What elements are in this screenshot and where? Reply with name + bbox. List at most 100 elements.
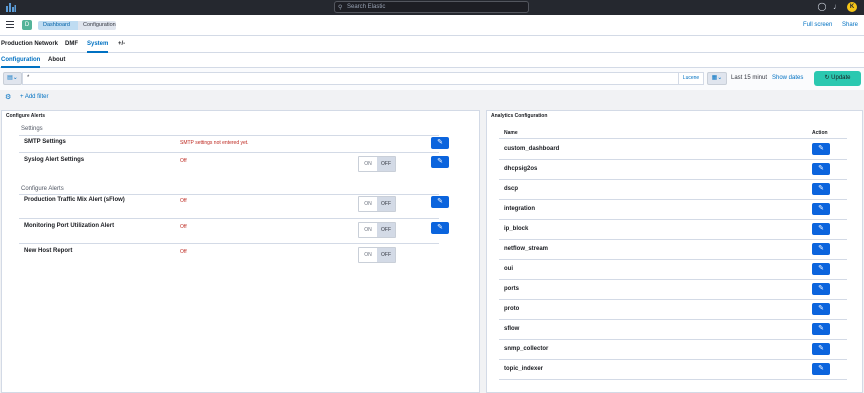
analytics-configuration-panel: Analytics Configuration Name Action cust…: [486, 110, 863, 393]
analytics-row-name: oui: [504, 266, 513, 272]
pencil-icon: ✎: [437, 158, 443, 165]
smtp-settings-label: SMTP Settings: [24, 139, 66, 145]
notifications-icon[interactable]: ♩: [832, 2, 842, 12]
tab-add-remove[interactable]: +/-: [118, 41, 125, 47]
divider: [19, 135, 439, 136]
divider: [499, 299, 847, 300]
production-traffic-edit-button[interactable]: ✎: [431, 196, 449, 208]
global-search-input[interactable]: ⚲ Search Elastic: [334, 1, 529, 13]
toggle-off[interactable]: OFF: [377, 157, 395, 171]
new-host-report-status: Off: [180, 249, 187, 255]
divider: [499, 339, 847, 340]
update-label: Update: [831, 75, 851, 81]
analytics-edit-button[interactable]: ✎: [812, 363, 830, 375]
toggle-on[interactable]: ON: [359, 157, 377, 171]
divider: [19, 243, 439, 244]
query-bar: ▤⌄ * Lucene ▦⌄ Last 15 minut Show dates …: [0, 68, 864, 90]
production-traffic-toggle[interactable]: ON OFF: [358, 196, 396, 212]
query-input[interactable]: *: [22, 72, 678, 85]
analytics-edit-button[interactable]: ✎: [812, 303, 830, 315]
date-range-text[interactable]: Last 15 minut: [731, 75, 767, 81]
tab-dmf[interactable]: DMF: [65, 41, 78, 47]
tab-production-network[interactable]: Production Network: [1, 41, 58, 47]
elastic-logo-icon[interactable]: [6, 3, 16, 12]
user-avatar[interactable]: K: [847, 2, 857, 12]
configure-alerts-panel: Configure Alerts Settings SMTP Settings …: [1, 110, 480, 393]
saved-query-menu-icon[interactable]: ▤⌄: [3, 72, 22, 85]
new-host-report-toggle[interactable]: ON OFF: [358, 247, 396, 263]
pencil-icon: ✎: [437, 198, 443, 205]
analytics-edit-button[interactable]: ✎: [812, 243, 830, 255]
analytics-row-name: ports: [504, 286, 519, 292]
breadcrumb-bar: D Dashboard Configuration Full screen Sh…: [0, 15, 864, 36]
toggle-on[interactable]: ON: [359, 248, 377, 262]
divider: [499, 259, 847, 260]
menu-icon[interactable]: [6, 21, 14, 29]
calendar-icon[interactable]: ▦⌄: [707, 72, 727, 85]
analytics-edit-button[interactable]: ✎: [812, 163, 830, 175]
divider: [499, 319, 847, 320]
full-screen-link[interactable]: Full screen: [803, 22, 832, 28]
breadcrumb-configuration: Configuration: [78, 21, 116, 30]
top-header: ⚲ Search Elastic ◯ ♩ K: [0, 0, 864, 15]
analytics-edit-button[interactable]: ✎: [812, 263, 830, 275]
add-filter-link[interactable]: + Add filter: [20, 94, 49, 100]
space-badge-icon[interactable]: D: [22, 20, 32, 30]
analytics-row-name: ip_block: [504, 226, 529, 232]
tab-about[interactable]: About: [48, 57, 65, 63]
tab-configuration[interactable]: Configuration: [1, 57, 41, 68]
analytics-row-name: snmp_collector: [504, 346, 549, 352]
analytics-edit-button[interactable]: ✎: [812, 223, 830, 235]
monitoring-port-edit-button[interactable]: ✎: [431, 222, 449, 234]
analytics-row-name: dscp: [504, 186, 519, 192]
analytics-edit-button[interactable]: ✎: [812, 343, 830, 355]
analytics-edit-button[interactable]: ✎: [812, 203, 830, 215]
divider: [499, 359, 847, 360]
analytics-edit-button[interactable]: ✎: [812, 183, 830, 195]
syslog-edit-button[interactable]: ✎: [431, 156, 449, 168]
pencil-icon: ✎: [818, 305, 824, 312]
tab-system[interactable]: System: [87, 41, 109, 53]
breadcrumb-dashboard[interactable]: Dashboard: [38, 21, 80, 30]
help-icon[interactable]: ◯: [817, 2, 827, 12]
analytics-edit-button[interactable]: ✎: [812, 143, 830, 155]
show-dates-link[interactable]: Show dates: [772, 75, 803, 81]
smtp-edit-button[interactable]: ✎: [431, 137, 449, 149]
query-language-button[interactable]: Lucene: [678, 72, 704, 85]
pencil-icon: ✎: [818, 205, 824, 212]
pencil-icon: ✎: [818, 285, 824, 292]
smtp-status: SMTP settings not entered yet.: [180, 140, 249, 146]
syslog-status: Off: [180, 158, 187, 164]
analytics-row-name: integration: [504, 206, 535, 212]
divider: [19, 218, 439, 219]
toggle-off[interactable]: OFF: [377, 248, 395, 262]
update-button[interactable]: ↻ Update: [814, 71, 861, 86]
production-traffic-mix-label: Production Traffic Mix Alert (sFlow): [24, 197, 125, 203]
pencil-icon: ✎: [818, 345, 824, 352]
toggle-off[interactable]: OFF: [377, 197, 395, 211]
syslog-toggle[interactable]: ON OFF: [358, 156, 396, 172]
divider: [499, 199, 847, 200]
analytics-edit-button[interactable]: ✎: [812, 323, 830, 335]
pencil-icon: ✎: [818, 165, 824, 172]
search-placeholder: Search Elastic: [347, 4, 386, 10]
new-host-report-label: New Host Report: [24, 248, 73, 254]
toggle-off[interactable]: OFF: [377, 223, 395, 237]
pencil-icon: ✎: [818, 185, 824, 192]
pencil-icon: ✎: [818, 365, 824, 372]
divider: [19, 152, 439, 153]
share-link[interactable]: Share: [842, 22, 858, 28]
analytics-row-name: sflow: [504, 326, 520, 332]
divider: [499, 219, 847, 220]
toggle-on[interactable]: ON: [359, 223, 377, 237]
analytics-row-name: custom_dashboard: [504, 146, 560, 152]
toggle-on[interactable]: ON: [359, 197, 377, 211]
monitoring-port-toggle[interactable]: ON OFF: [358, 222, 396, 238]
filter-row: ⚙ + Add filter: [0, 90, 864, 104]
alerts-section-label: Configure Alerts: [21, 186, 64, 192]
divider: [499, 179, 847, 180]
column-header-name: Name: [504, 130, 518, 136]
analytics-edit-button[interactable]: ✎: [812, 283, 830, 295]
filter-options-icon[interactable]: ⚙: [5, 93, 11, 101]
analytics-row-name: topic_indexer: [504, 366, 544, 372]
